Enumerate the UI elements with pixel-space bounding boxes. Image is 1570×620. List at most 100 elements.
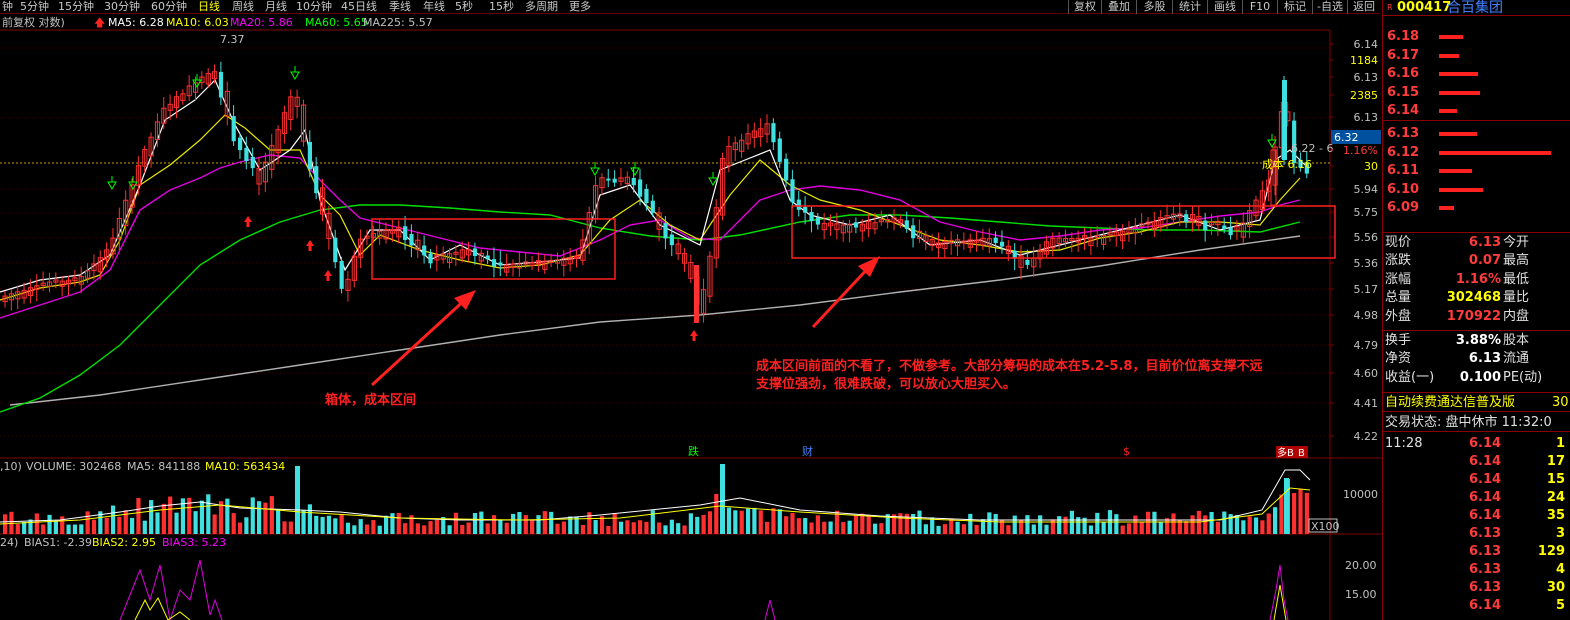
tick-volume: 30 [1546, 580, 1565, 595]
price-axis-label-0: 6.14 [1354, 38, 1379, 51]
tick-price: 6.13 [1469, 562, 1502, 577]
annotation-cost-text-2: 支撑位强劲，很难跌破，可以放心大胆买入。 [755, 376, 1016, 392]
tick-row: 6.14 24 [1383, 489, 1570, 507]
order-book-row[interactable]: 6.13 [1383, 125, 1570, 143]
subscription-banner[interactable]: 自动续费通达信普及版 30 [1383, 392, 1570, 412]
stock-header[interactable]: R 000417 合百集团 [1383, 0, 1570, 16]
stat-label-2: 内盘 [1503, 308, 1530, 324]
quote-stat-row: 涨跌 0.07 最高 [1383, 252, 1570, 270]
event-marker-buy-2[interactable]: B [1298, 448, 1305, 459]
tick-volume: 4 [1555, 562, 1565, 577]
tick-time: 11:28 [1385, 436, 1423, 451]
tick-volume: 24 [1546, 490, 1565, 505]
stat-value: 170922 [1446, 308, 1501, 324]
stat-value: 6.13 [1468, 351, 1501, 367]
tick-price: 6.13 [1469, 580, 1502, 595]
tick-volume: 129 [1537, 544, 1565, 559]
volhead-label-2: MA10: 563434 [205, 460, 285, 473]
stat-label-2: 量比 [1503, 290, 1530, 306]
volume-header: ,10) VOLUME: 302468 MA5: 841188 MA10: 56343… [0, 460, 285, 473]
bias-axis-15: 15.00 [1345, 588, 1377, 601]
order-volume-bar [1439, 150, 1552, 155]
stock-code: 000417 [1397, 0, 1452, 15]
event-marker-cai[interactable]: 财 [802, 444, 813, 458]
order-book-row[interactable]: 6.09 [1383, 199, 1570, 217]
quote-stat-row: 总量 302468 量比 [1383, 289, 1570, 307]
order-volume-bar [1439, 187, 1483, 192]
annotation-arrow-right [811, 262, 874, 329]
bias2-line [134, 596, 191, 620]
stat-label: 净资 [1385, 351, 1412, 367]
order-price: 6.17 [1387, 47, 1420, 63]
buy-signal-icon [590, 167, 600, 177]
quote-stat-row: 涨幅 1.16% 最低 [1383, 271, 1570, 289]
tick-row: 6.14 35 [1383, 507, 1570, 525]
price-axis-label-16: 4.22 [1354, 430, 1379, 443]
order-book-row[interactable]: 6.16 [1383, 65, 1570, 83]
tick-price: 6.13 [1469, 526, 1502, 541]
order-book-row[interactable]: 6.18 [1383, 28, 1570, 46]
annotation-cost-text-1: 成本区间前面的不看了，不做参考。大部分筹码的成本在5.2-5.8，目前价位离支撑… [756, 358, 1262, 374]
order-book-row[interactable]: 6.11 [1383, 162, 1570, 180]
order-book-row[interactable]: 6.14 [1383, 102, 1570, 120]
price-axis-label-9: 5.56 [1354, 231, 1379, 244]
stat-label-2: 最高 [1503, 253, 1530, 269]
tick-price: 6.14 [1469, 490, 1502, 505]
stat-label-2: 股本 [1503, 333, 1530, 348]
order-price: 6.11 [1387, 163, 1420, 179]
order-book-row[interactable]: 6.17 [1383, 47, 1570, 65]
stat-value: 6.13 [1468, 235, 1501, 250]
volume-multiplier: X100 [1311, 520, 1340, 533]
order-volume-bar [1439, 206, 1455, 211]
order-book-row[interactable]: 6.15 [1383, 84, 1570, 102]
order-price: 6.15 [1387, 84, 1420, 100]
tick-price: 6.14 [1469, 436, 1502, 451]
stat-label: 收益(一) [1385, 369, 1435, 385]
order-price: 6.09 [1387, 200, 1420, 216]
stat-label: 涨跌 [1385, 253, 1412, 269]
volhead-label-1: MA5: 841188 [127, 460, 200, 473]
quote-stat-row: 外盘 170922 内盘 [1383, 308, 1570, 326]
ma10-line [0, 114, 1301, 301]
banner-text: 自动续费通达信普及版 [1385, 395, 1516, 410]
tick-volume: 3 [1555, 526, 1565, 541]
tick-volume: 5 [1555, 598, 1565, 613]
bias-axis-20: 20.00 [1345, 559, 1377, 572]
quote-stat-row: 净资 6.13 流通 [1383, 350, 1570, 368]
price-axis-label-10: 5.36 [1354, 257, 1379, 270]
stat-value: 0.07 [1468, 253, 1501, 269]
event-marker-buy-1[interactable]: 多B [1277, 446, 1294, 459]
order-price: 6.10 [1387, 181, 1420, 197]
price-axis-label-14: 4.60 [1354, 367, 1379, 380]
price-axis-label-5: 1.16% [1343, 144, 1378, 157]
tick-row: 6.13 30 [1383, 579, 1570, 597]
stat-value: 302468 [1446, 290, 1501, 306]
tick-row: 6.14 15 [1383, 471, 1570, 489]
event-marker-die[interactable]: 跌 [688, 444, 699, 458]
tick-volume: 15 [1546, 472, 1565, 487]
annotation-box-text: 箱体，成本区间 [325, 392, 416, 408]
tick-row: 6.13 129 [1383, 543, 1570, 561]
tick-volume: 1 [1555, 436, 1565, 451]
stat-label-2: PE(动) [1503, 369, 1543, 385]
tick-price: 6.13 [1469, 544, 1502, 559]
stat-label-2: 最低 [1503, 271, 1530, 287]
stat-label: 外盘 [1385, 308, 1412, 324]
sell-signal-icon [244, 216, 252, 222]
sell-signal-icon [324, 270, 332, 276]
order-price: 6.16 [1387, 66, 1420, 82]
order-volume-bar [1439, 53, 1460, 58]
price-axis-label-11: 5.17 [1354, 283, 1379, 296]
order-book-row[interactable]: 6.10 [1383, 181, 1570, 199]
price-axis-label-13: 4.79 [1354, 339, 1379, 352]
order-volume-bar [1439, 132, 1477, 136]
event-marker-dollar[interactable]: $ [1123, 445, 1130, 458]
tick-volume: 17 [1546, 454, 1565, 469]
ma225-line [9, 235, 1301, 406]
volhead-label-0: VOLUME: 302468 [26, 460, 121, 473]
bias-header: 24) BIAS1: -2.39 BIAS2: 2.95 BIAS3: 5.23 [0, 536, 226, 549]
banner-suffix: 30 [1552, 395, 1569, 410]
order-book-row[interactable]: 6.12 [1383, 144, 1570, 162]
tick-row: 6.13 3 [1383, 525, 1570, 543]
kline-chart[interactable]: 7.37 6.22 - 6 成本 6.16 箱体，成本区间 成本区间前面的不看了… [0, 0, 1382, 620]
